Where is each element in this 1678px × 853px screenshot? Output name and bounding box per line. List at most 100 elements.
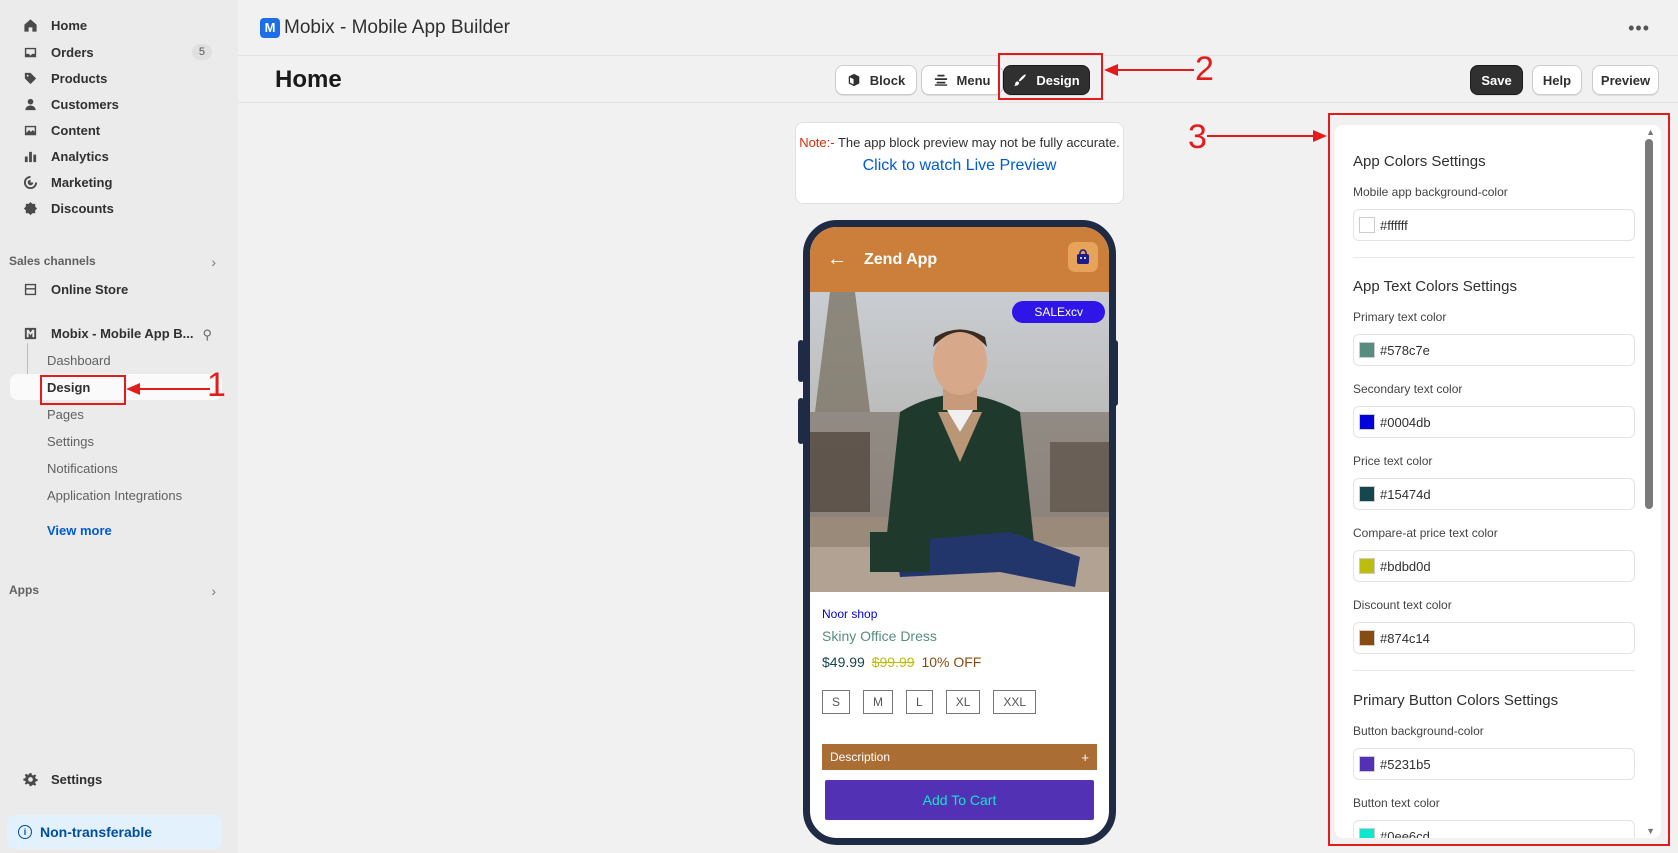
size-option[interactable]: S bbox=[822, 690, 851, 714]
sidebar: Home Orders 5 Products Customers Content… bbox=[0, 0, 238, 853]
pin-icon[interactable]: ⚲ bbox=[202, 327, 212, 343]
nav-settings[interactable]: Settings bbox=[10, 766, 222, 792]
page-title: Home bbox=[275, 66, 342, 93]
preview-button[interactable]: Preview bbox=[1592, 65, 1659, 95]
text-colors-heading: App Text Colors Settings bbox=[1353, 278, 1517, 295]
color-swatch[interactable] bbox=[1359, 828, 1375, 838]
annotation-box-1 bbox=[40, 375, 126, 405]
orders-count-badge: 5 bbox=[191, 44, 212, 60]
description-accordion[interactable]: Description + bbox=[822, 744, 1097, 770]
product-price: $49.99 bbox=[822, 654, 865, 670]
button-bg-field[interactable]: #5231b5 bbox=[1353, 748, 1635, 780]
subnav-dashboard[interactable]: Dashboard bbox=[47, 353, 111, 368]
nav-label: Products bbox=[51, 70, 108, 86]
nav-label: Settings bbox=[51, 771, 103, 787]
note-label: Note:- bbox=[799, 135, 835, 150]
divider bbox=[1353, 257, 1635, 258]
nav-label: Mobix - Mobile App B... bbox=[51, 325, 194, 341]
button-text-field[interactable]: #0ee6cd bbox=[1353, 820, 1635, 838]
size-option[interactable]: M bbox=[863, 690, 894, 714]
nav-analytics[interactable]: Analytics bbox=[10, 143, 222, 169]
annotation-arrow-3 bbox=[1207, 130, 1327, 142]
product-image: SALExcv bbox=[810, 292, 1109, 592]
phone-preview: ← Zend App SALExcv Noor shop Skiny Offic… bbox=[803, 220, 1116, 845]
description-label: Description bbox=[830, 750, 891, 764]
home-icon bbox=[22, 17, 38, 33]
chevron-right-icon[interactable]: › bbox=[211, 583, 216, 599]
bg-color-value: #ffffff bbox=[1380, 217, 1408, 233]
scroll-down-icon[interactable]: ▼ bbox=[1646, 826, 1655, 836]
color-swatch[interactable] bbox=[1359, 217, 1375, 233]
nav-orders[interactable]: Orders 5 bbox=[10, 39, 222, 65]
primary-text-field[interactable]: #578c7e bbox=[1353, 334, 1635, 366]
save-button[interactable]: Save bbox=[1470, 65, 1523, 95]
nav-discounts[interactable]: Discounts bbox=[10, 195, 222, 221]
compare-text-field[interactable]: #bdbd0d bbox=[1353, 550, 1635, 582]
color-swatch[interactable] bbox=[1359, 342, 1375, 358]
nav-label: Marketing bbox=[51, 174, 113, 190]
sale-badge: SALExcv bbox=[1012, 301, 1105, 323]
compare-price: $99.99 bbox=[871, 654, 915, 670]
size-option[interactable]: L bbox=[906, 690, 933, 714]
non-transferable-banner[interactable]: i Non-transferable bbox=[7, 815, 222, 849]
content-icon bbox=[22, 122, 38, 138]
nav-label: Home bbox=[51, 17, 88, 33]
nav-marketing[interactable]: Marketing bbox=[10, 169, 222, 195]
color-swatch[interactable] bbox=[1359, 558, 1375, 574]
secondary-text-field[interactable]: #0004db bbox=[1353, 406, 1635, 438]
discount-text-field[interactable]: #874c14 bbox=[1353, 622, 1635, 654]
color-swatch[interactable] bbox=[1359, 414, 1375, 430]
subnav-app-integrations[interactable]: Application Integrations bbox=[47, 488, 182, 503]
help-button[interactable]: Help bbox=[1532, 65, 1582, 95]
size-option[interactable]: XXL bbox=[993, 690, 1037, 714]
subnav-notifications[interactable]: Notifications bbox=[47, 461, 118, 476]
apps-label: Apps bbox=[9, 583, 39, 597]
price-text-label: Price text color bbox=[1353, 454, 1433, 468]
size-option[interactable]: XL bbox=[945, 690, 981, 714]
color-swatch[interactable] bbox=[1359, 756, 1375, 772]
button-colors-heading: Primary Button Colors Settings bbox=[1353, 692, 1559, 709]
nav-mobix-app[interactable]: Mobix - Mobile App B... bbox=[10, 320, 222, 346]
page-toolbar: Home Block Menu Design Save Help Preview bbox=[238, 55, 1678, 103]
plus-icon: + bbox=[1081, 749, 1089, 765]
color-swatch[interactable] bbox=[1359, 630, 1375, 646]
tab-block[interactable]: Block bbox=[835, 65, 917, 95]
discount-text-value: #874c14 bbox=[1380, 630, 1430, 646]
menu-icon bbox=[934, 74, 947, 86]
view-more-link[interactable]: View more bbox=[47, 523, 112, 538]
tab-menu[interactable]: Menu bbox=[921, 65, 1003, 95]
shopping-bag-icon[interactable] bbox=[1068, 242, 1098, 272]
tab-menu-label: Menu bbox=[956, 72, 991, 88]
back-arrow-icon[interactable]: ← bbox=[827, 248, 847, 271]
price-text-field[interactable]: #15474d bbox=[1353, 478, 1635, 510]
primary-text-value: #578c7e bbox=[1380, 342, 1430, 358]
nav-home[interactable]: Home bbox=[10, 12, 222, 38]
nav-online-store[interactable]: Online Store bbox=[10, 276, 222, 302]
person-icon bbox=[22, 96, 38, 112]
gear-icon bbox=[22, 771, 38, 787]
annotation-arrow-1 bbox=[126, 383, 210, 395]
app-colors-heading: App Colors Settings bbox=[1353, 153, 1486, 170]
secondary-text-label: Secondary text color bbox=[1353, 382, 1463, 396]
nav-products[interactable]: Products bbox=[10, 65, 222, 91]
size-options: S M L XL XXL bbox=[822, 690, 1037, 714]
bg-color-field[interactable]: #ffffff bbox=[1353, 209, 1635, 241]
mobix-logo-icon: M bbox=[260, 17, 280, 38]
scrollbar-thumb[interactable] bbox=[1645, 139, 1653, 509]
product-name: Skiny Office Dress bbox=[822, 628, 937, 644]
add-to-cart-button[interactable]: Add To Cart bbox=[825, 780, 1094, 820]
nav-customers[interactable]: Customers bbox=[10, 91, 222, 117]
button-bg-label: Button background-color bbox=[1353, 724, 1484, 738]
secondary-text-value: #0004db bbox=[1380, 414, 1431, 430]
button-text-value: #0ee6cd bbox=[1380, 828, 1430, 839]
subnav-settings[interactable]: Settings bbox=[47, 434, 94, 449]
scroll-up-icon[interactable]: ▲ bbox=[1646, 127, 1655, 137]
chevron-right-icon[interactable]: › bbox=[211, 254, 216, 270]
subnav-pages[interactable]: Pages bbox=[47, 407, 84, 422]
color-swatch[interactable] bbox=[1359, 486, 1375, 502]
discount-text-label: Discount text color bbox=[1353, 598, 1452, 612]
annotation-box-2 bbox=[998, 53, 1103, 100]
nav-content[interactable]: Content bbox=[10, 117, 222, 143]
more-options-icon[interactable]: ••• bbox=[1628, 18, 1650, 39]
live-preview-link[interactable]: Click to watch Live Preview bbox=[796, 156, 1123, 176]
